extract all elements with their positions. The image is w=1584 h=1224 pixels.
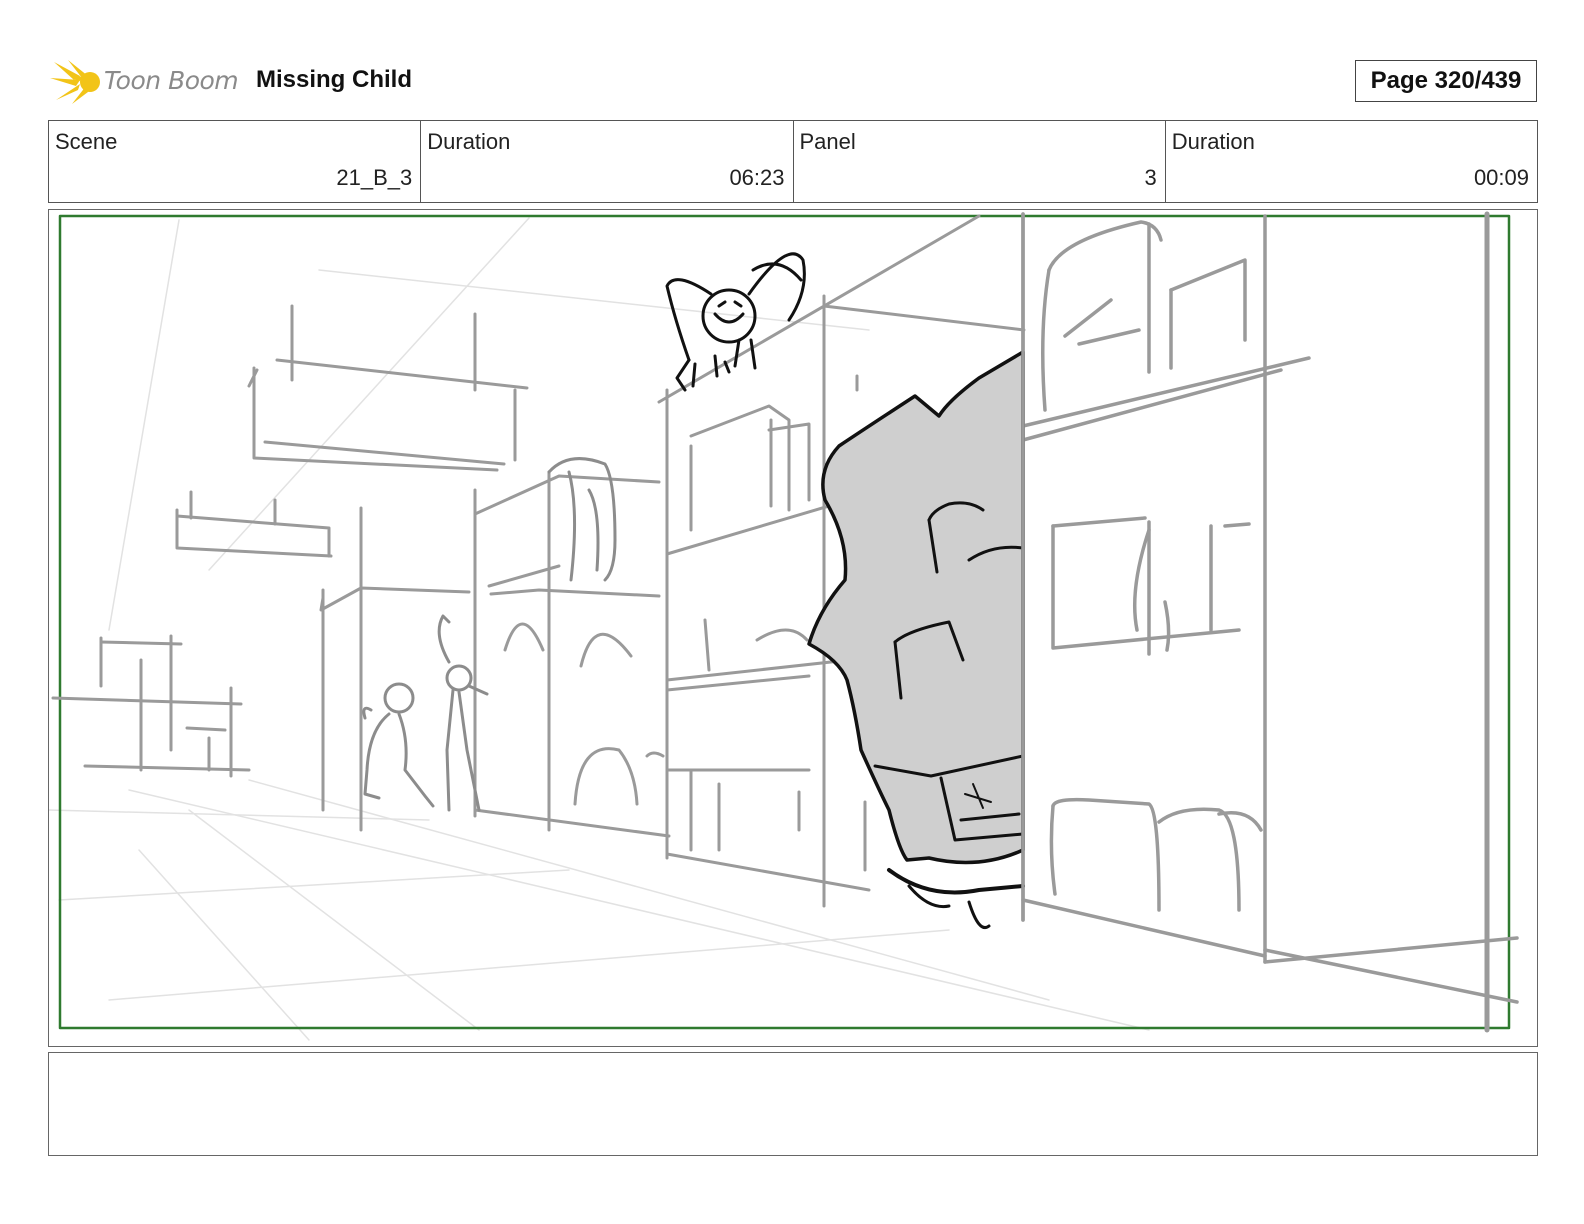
boulder-creature <box>807 212 1025 929</box>
scene-duration-label: Duration <box>427 129 511 154</box>
foreground-buildings <box>1021 212 1519 1032</box>
scene-duration-cell: Duration 06:23 <box>421 121 794 202</box>
panel-notes-box <box>48 1052 1538 1156</box>
safe-frame <box>58 214 1511 1030</box>
scene-value: 21_B_3 <box>336 165 413 190</box>
document-title: Missing Child <box>256 66 412 93</box>
logo-text: Toon Boom <box>104 66 239 95</box>
scene-duration-value: 06:23 <box>729 165 785 190</box>
scene-label: Scene <box>55 129 118 154</box>
background-buildings <box>51 304 529 832</box>
panel-label: Panel <box>799 129 856 154</box>
storyboard-panel <box>48 209 1538 1047</box>
panel-value: 3 <box>1144 165 1157 190</box>
street-figures <box>362 614 489 812</box>
panel-duration-label: Duration <box>1171 129 1255 154</box>
panel-cell: Panel 3 <box>794 121 1166 202</box>
panel-duration-value: 00:09 <box>1473 165 1529 190</box>
rooftop-kid <box>665 252 806 392</box>
page-indicator: Page 320/439 <box>1355 60 1537 102</box>
panel-sketch <box>49 211 1519 1041</box>
scene-cell: Scene 21_B_3 <box>49 121 422 202</box>
panel-duration-cell: Duration 00:09 <box>1166 121 1537 202</box>
panel-info-row: Scene 21_B_3 Duration 06:23 Panel 3 Dura… <box>48 120 1538 203</box>
